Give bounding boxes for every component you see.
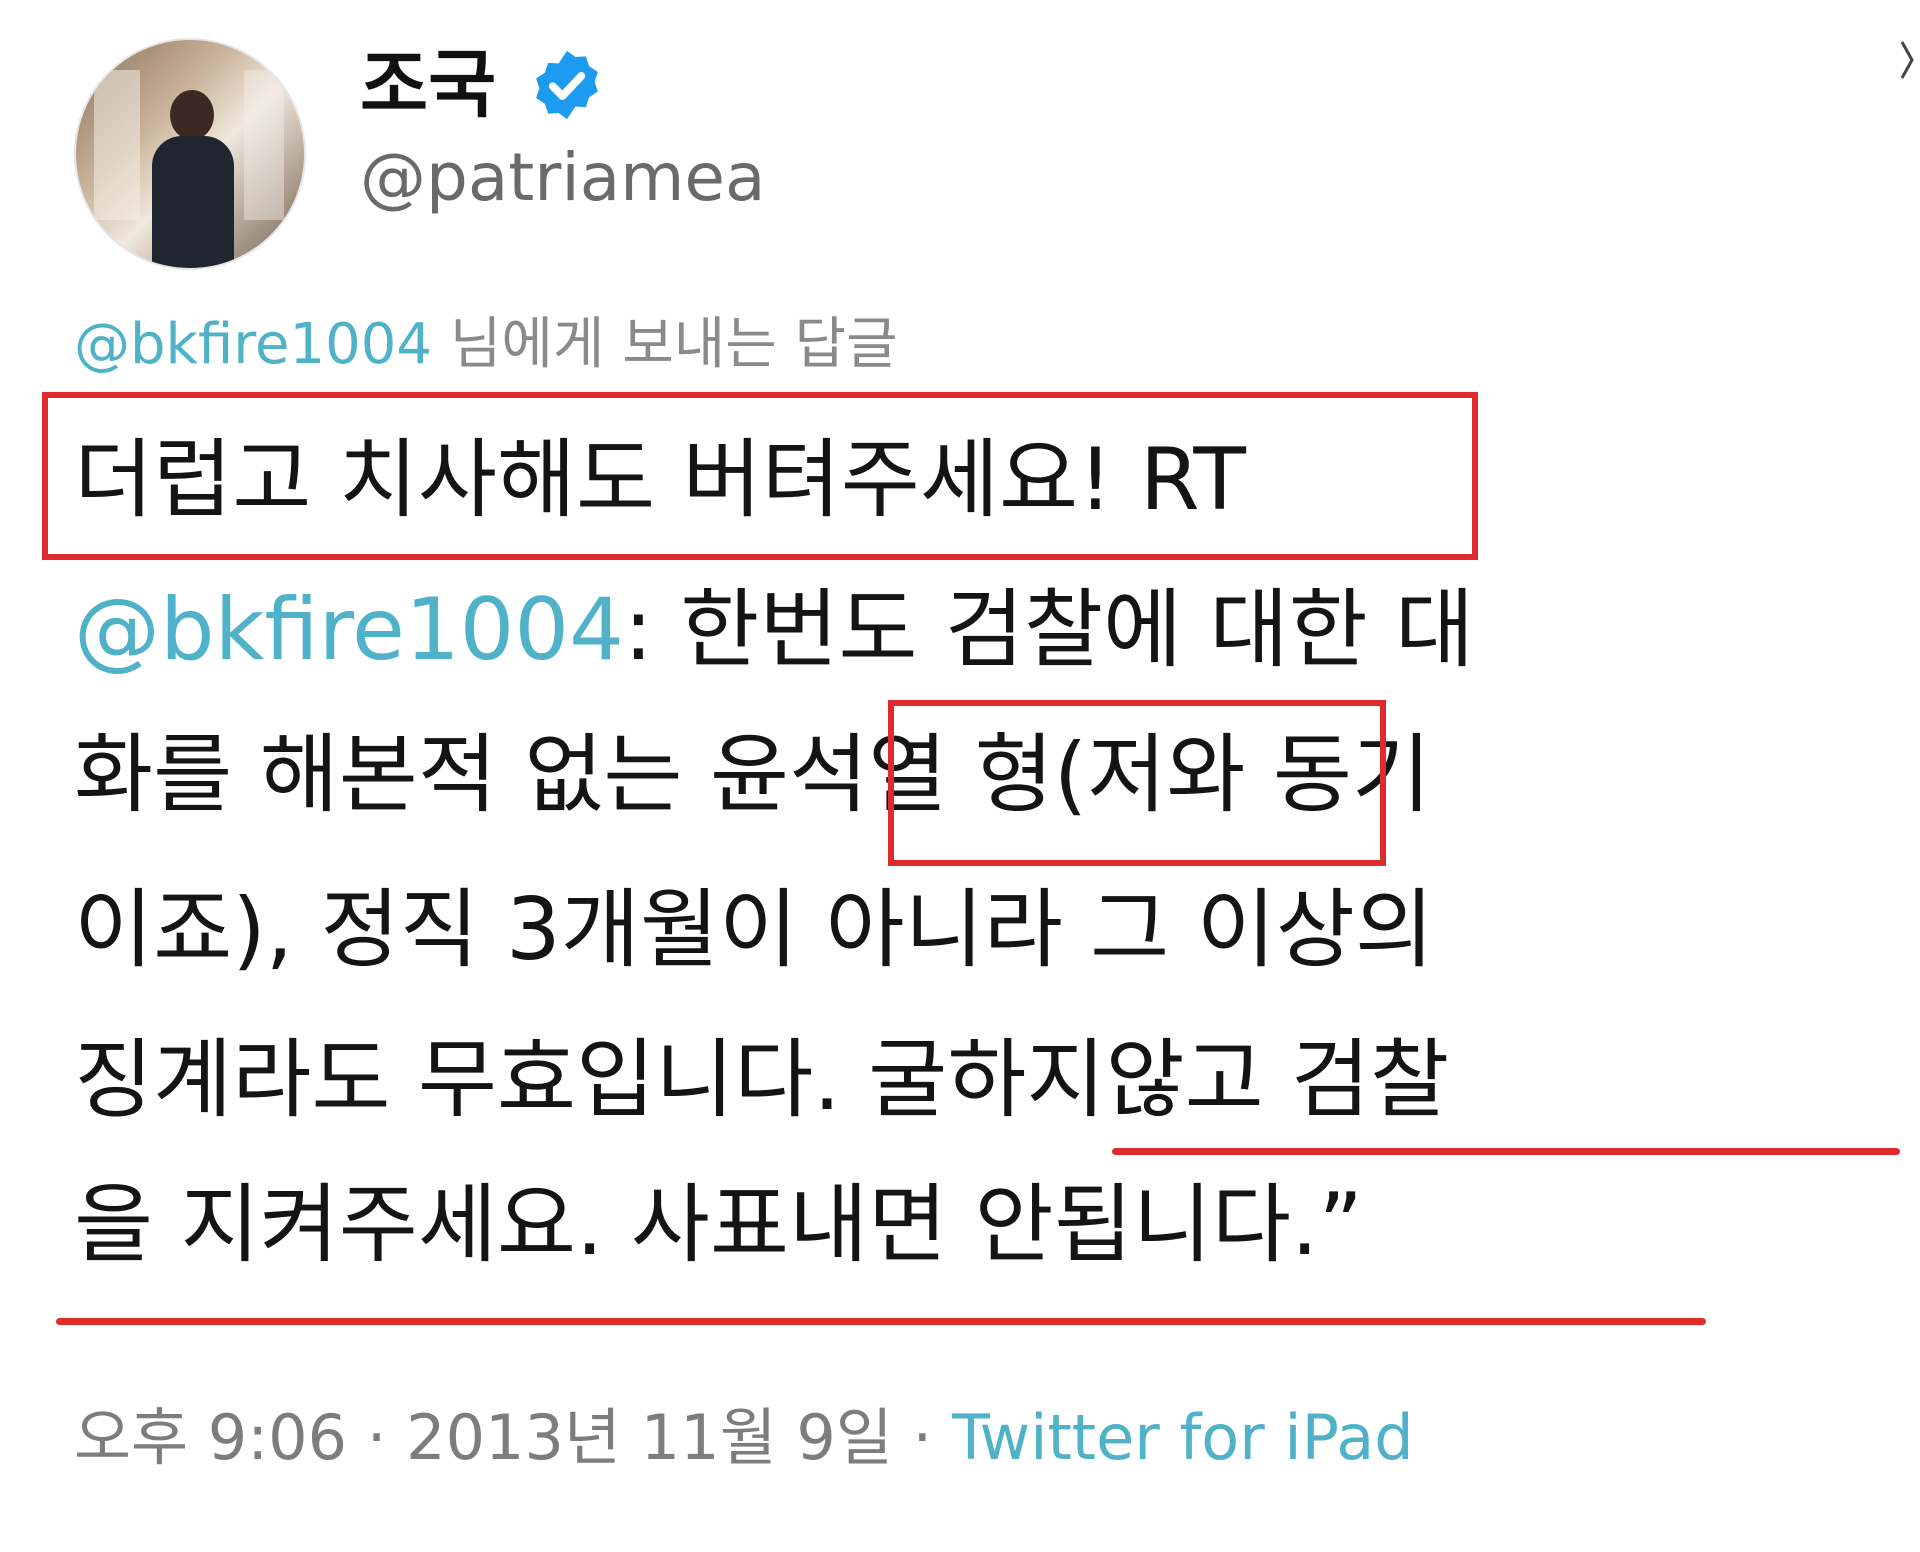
mention-link[interactable]: @bkfire1004: [74, 580, 624, 680]
highlight-box-2: [888, 700, 1386, 866]
verified-badge-icon: [536, 50, 598, 120]
tweet-line-5: 징계라도 무효입니다. 굴하지않고 검찰: [74, 1030, 1450, 1130]
reply-to-handle[interactable]: @bkfire1004: [74, 312, 432, 377]
tweet-source[interactable]: Twitter for iPad: [952, 1401, 1414, 1474]
reply-context: @bkfire1004 님에게 보내는 답글: [74, 310, 898, 380]
underline-2: [56, 1318, 1706, 1325]
reply-suffix: 님에게 보내는 답글: [449, 312, 898, 377]
underline-1: [1112, 1148, 1900, 1155]
author-name[interactable]: 조국: [360, 40, 496, 130]
tweet-meta: 오후 9:06 · 2013년 11월 9일 · Twitter for iPa…: [74, 1401, 1414, 1474]
overflow-icon: [1900, 41, 1914, 79]
author-handle[interactable]: @patriamea: [360, 136, 765, 220]
underlined-phrase-1: 굴하지않고 검찰: [868, 1030, 1450, 1130]
tweet-line-4: 이죠), 정직 3개월이 아니라 그 이상의: [74, 880, 1434, 980]
tweet-date[interactable]: 2013년 11월 9일: [406, 1401, 893, 1474]
highlight-box-1: [42, 392, 1478, 560]
tweet-time[interactable]: 오후 9:06: [74, 1401, 347, 1474]
avatar[interactable]: [74, 38, 306, 270]
underlined-phrase-2: 을 지켜주세요. 사표내면 안됩니다.: [74, 1175, 1319, 1275]
tweet-line-6: 을 지켜주세요. 사표내면 안됩니다.”: [74, 1175, 1363, 1275]
tweet-line-2: @bkfire1004: 한번도 검찰에 대한 대: [74, 580, 1475, 680]
